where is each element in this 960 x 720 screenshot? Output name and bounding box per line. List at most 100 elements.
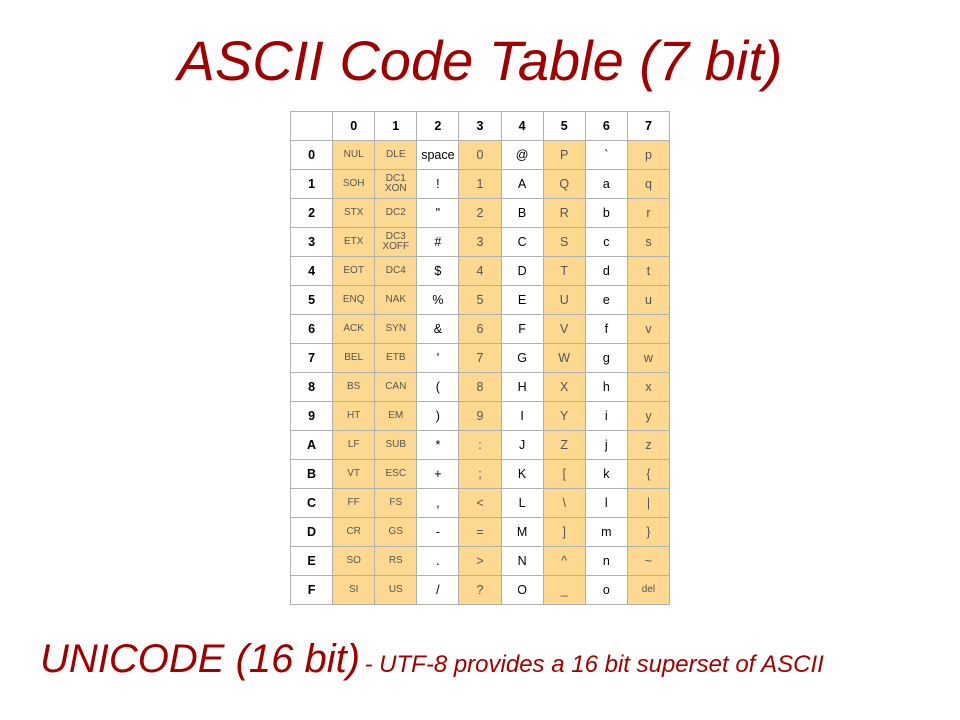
- cell: d: [585, 257, 627, 286]
- cell: g: [585, 344, 627, 373]
- cell: RS: [375, 547, 417, 576]
- cell: N: [501, 547, 543, 576]
- cell: R: [543, 199, 585, 228]
- cell: O: [501, 576, 543, 605]
- table-row: 6ACKSYN&6FVfv: [291, 315, 670, 344]
- cell: z: [627, 431, 669, 460]
- row-header: 3: [291, 228, 333, 257]
- table-row: 4EOTDC4$4DTdt: [291, 257, 670, 286]
- cell: 0: [459, 141, 501, 170]
- cell: f: [585, 315, 627, 344]
- row-header: 7: [291, 344, 333, 373]
- cell: G: [501, 344, 543, 373]
- cell: SUB: [375, 431, 417, 460]
- row-header: 5: [291, 286, 333, 315]
- row-header: B: [291, 460, 333, 489]
- table-row: BVTESC+;K[k{: [291, 460, 670, 489]
- slide: ASCII Code Table (7 bit) 0 1 2 3 4 5 6 7…: [0, 0, 960, 720]
- cell: \: [543, 489, 585, 518]
- cell: l: [585, 489, 627, 518]
- cell: US: [375, 576, 417, 605]
- table-row: ESORS.>N^n~: [291, 547, 670, 576]
- cell: 7: [459, 344, 501, 373]
- corner-cell: [291, 112, 333, 141]
- cell: 1: [459, 170, 501, 199]
- cell: r: [627, 199, 669, 228]
- slide-title: ASCII Code Table (7 bit): [0, 28, 960, 93]
- cell: H: [501, 373, 543, 402]
- col-header: 1: [375, 112, 417, 141]
- cell: n: [585, 547, 627, 576]
- cell: x: [627, 373, 669, 402]
- cell: B: [501, 199, 543, 228]
- cell: @: [501, 141, 543, 170]
- cell: J: [501, 431, 543, 460]
- row-header: C: [291, 489, 333, 518]
- cell: c: [585, 228, 627, 257]
- cell: EOT: [333, 257, 375, 286]
- row-header: D: [291, 518, 333, 547]
- cell: $: [417, 257, 459, 286]
- cell: ;: [459, 460, 501, 489]
- cell: ?: [459, 576, 501, 605]
- cell: 4: [459, 257, 501, 286]
- cell: DC3XOFF: [375, 228, 417, 257]
- cell: Z: [543, 431, 585, 460]
- cell: :: [459, 431, 501, 460]
- row-header: E: [291, 547, 333, 576]
- cell: 5: [459, 286, 501, 315]
- cell: V: [543, 315, 585, 344]
- cell: b: [585, 199, 627, 228]
- cell: U: [543, 286, 585, 315]
- cell: F: [501, 315, 543, 344]
- cell: D: [501, 257, 543, 286]
- cell: CAN: [375, 373, 417, 402]
- cell: >: [459, 547, 501, 576]
- cell: j: [585, 431, 627, 460]
- cell: *: [417, 431, 459, 460]
- cell: <: [459, 489, 501, 518]
- caption-big: UNICODE (16 bit): [40, 637, 360, 681]
- cell: W: [543, 344, 585, 373]
- row-header: 6: [291, 315, 333, 344]
- cell: !: [417, 170, 459, 199]
- cell: k: [585, 460, 627, 489]
- cell: SI: [333, 576, 375, 605]
- table-row: 5ENQNAK%5EUeu: [291, 286, 670, 315]
- cell: ": [417, 199, 459, 228]
- cell: (: [417, 373, 459, 402]
- table-row: 8BSCAN(8HXhx: [291, 373, 670, 402]
- unicode-caption: UNICODE (16 bit) - UTF-8 provides a 16 b…: [40, 637, 920, 682]
- ascii-table-wrap: 0 1 2 3 4 5 6 7 0NULDLEspace0@P`p1SOHDC1…: [290, 111, 670, 605]
- cell: DC4: [375, 257, 417, 286]
- cell: del: [627, 576, 669, 605]
- cell: NUL: [333, 141, 375, 170]
- cell: M: [501, 518, 543, 547]
- cell: space: [417, 141, 459, 170]
- cell: FF: [333, 489, 375, 518]
- cell: 3: [459, 228, 501, 257]
- cell: P: [543, 141, 585, 170]
- cell: X: [543, 373, 585, 402]
- cell: #: [417, 228, 459, 257]
- cell: C: [501, 228, 543, 257]
- col-header: 7: [627, 112, 669, 141]
- table-body: 0NULDLEspace0@P`p1SOHDC1XON!1AQaq2STXDC2…: [291, 141, 670, 605]
- row-header: 4: [291, 257, 333, 286]
- table-row: 3ETXDC3XOFF#3CScs: [291, 228, 670, 257]
- cell: o: [585, 576, 627, 605]
- cell: 2: [459, 199, 501, 228]
- row-header: 0: [291, 141, 333, 170]
- cell: ^: [543, 547, 585, 576]
- cell: SOH: [333, 170, 375, 199]
- cell: HT: [333, 402, 375, 431]
- cell: FS: [375, 489, 417, 518]
- cell: &: [417, 315, 459, 344]
- cell: ,: [417, 489, 459, 518]
- header-row: 0 1 2 3 4 5 6 7: [291, 112, 670, 141]
- col-header: 0: [333, 112, 375, 141]
- cell: q: [627, 170, 669, 199]
- table-row: 2STXDC2"2BRbr: [291, 199, 670, 228]
- cell: .: [417, 547, 459, 576]
- cell: DLE: [375, 141, 417, 170]
